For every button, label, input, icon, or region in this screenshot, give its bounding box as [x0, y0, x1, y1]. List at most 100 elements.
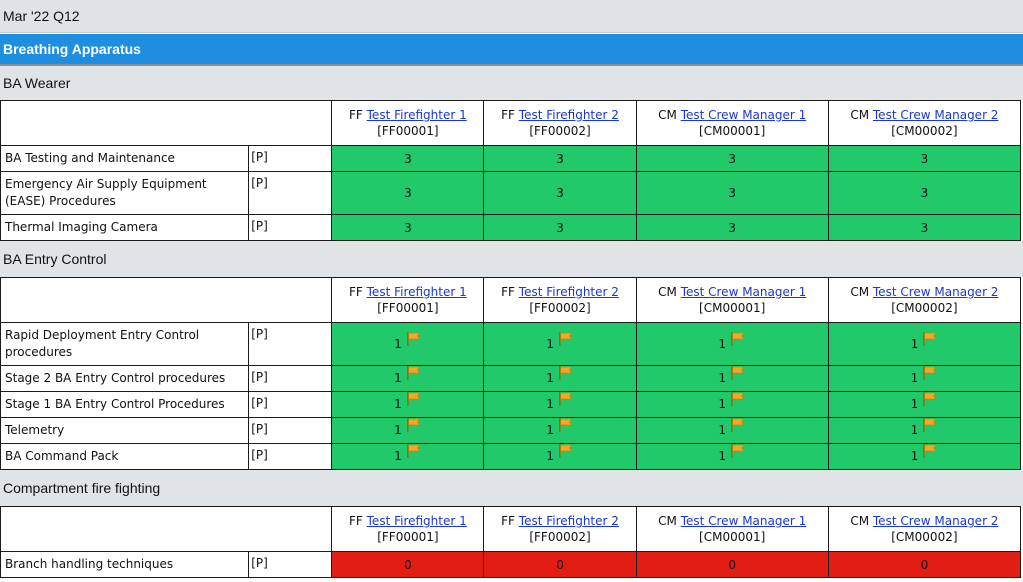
score-cell[interactable]: 1 — [827, 365, 1022, 392]
person-name-link[interactable]: Test Crew Manager 1 — [681, 514, 807, 528]
competency-label: BA Command Pack — [0, 443, 250, 470]
flag-icon — [406, 418, 422, 435]
score-value: 1 — [718, 423, 726, 437]
category-bar[interactable]: Breathing Apparatus — [0, 33, 1023, 66]
score-value: 0 — [404, 557, 412, 572]
competency-row: BA Command Pack [P] 1 1 1 1 — [0, 443, 1022, 470]
score-value: 3 — [920, 220, 929, 235]
score-cell[interactable]: 1 — [635, 365, 829, 392]
person-header: CM Test Crew Manager 2 [CM00002] — [827, 100, 1022, 146]
score-cell[interactable]: 1 — [827, 417, 1022, 444]
score-cell[interactable]: 1 — [635, 443, 829, 470]
person-header: CM Test Crew Manager 1 [CM00001] — [635, 506, 829, 552]
competency-table: FF Test Firefighter 1 [FF00001] FF Test Fi… — [0, 277, 1022, 470]
person-id: [FF00002] — [529, 124, 591, 138]
flag-icon — [730, 444, 746, 461]
score-cell[interactable]: 3 — [483, 145, 637, 172]
person-name-link[interactable]: Test Firefighter 1 — [367, 514, 467, 528]
people-header-row: FF Test Firefighter 1 [FF00001] FF Test Fi… — [0, 506, 1022, 552]
person-id: [CM00002] — [891, 301, 958, 315]
competency-row: Emergency Air Supply Equipment (EASE) Pr… — [0, 171, 1022, 215]
score-cell[interactable]: 1 — [827, 443, 1022, 470]
score-cell[interactable]: 1 — [483, 443, 637, 470]
score-cell[interactable]: 1 — [483, 365, 637, 392]
person-rank: CM — [658, 514, 677, 528]
score-value: 1 — [394, 397, 402, 411]
score-cell[interactable]: 3 — [483, 171, 637, 215]
flag-icon — [406, 444, 422, 461]
person-name-link[interactable]: Test Firefighter 1 — [367, 285, 467, 299]
flag-icon — [730, 331, 746, 349]
score-cell[interactable]: 1 — [331, 391, 485, 418]
score-cell[interactable]: 3 — [827, 214, 1022, 241]
person-id: [CM00001] — [699, 124, 766, 138]
person-id: [CM00001] — [699, 530, 766, 544]
person-name-link[interactable]: Test Firefighter 2 — [519, 514, 619, 528]
person-name-link[interactable]: Test Firefighter 2 — [519, 108, 619, 122]
people-header-row: FF Test Firefighter 1 [FF00001] FF Test Fi… — [0, 100, 1022, 146]
score-cell[interactable]: 1 — [635, 417, 829, 444]
score-cell[interactable]: 1 — [827, 391, 1022, 418]
person-id: [FF00001] — [377, 301, 439, 315]
header-spacer — [0, 506, 249, 552]
person-name-link[interactable]: Test Crew Manager 2 — [873, 514, 999, 528]
competency-row: Rapid Deployment Entry Control procedure… — [0, 322, 1022, 366]
flag-icon — [922, 444, 938, 461]
person-id: [FF00001] — [377, 124, 439, 138]
flag-icon — [558, 444, 574, 461]
flag-icon — [406, 331, 422, 349]
score-cell[interactable]: 3 — [331, 214, 485, 241]
person-name-link[interactable]: Test Crew Manager 2 — [873, 108, 999, 122]
person-header: CM Test Crew Manager 2 [CM00002] — [827, 277, 1022, 323]
flag-icon — [922, 331, 938, 349]
person-name-link[interactable]: Test Crew Manager 1 — [681, 108, 807, 122]
score-cell[interactable]: 1 — [635, 322, 829, 366]
score-cell[interactable]: 1 — [827, 322, 1022, 366]
person-name-link[interactable]: Test Firefighter 1 — [367, 108, 467, 122]
score-cell[interactable]: 3 — [331, 171, 485, 215]
score-cell[interactable]: 1 — [331, 322, 485, 366]
score-cell[interactable]: 1 — [483, 391, 637, 418]
period-title: Mar '22 Q12 — [0, 0, 1023, 33]
score-cell[interactable]: 3 — [635, 145, 829, 172]
score-cell[interactable]: 1 — [331, 443, 485, 470]
score-cell[interactable]: 3 — [331, 145, 485, 172]
score-value: 3 — [728, 186, 736, 200]
score-value: 1 — [394, 449, 402, 463]
competency-label: BA Testing and Maintenance — [0, 145, 250, 172]
competency-table: FF Test Firefighter 1 [FF00001] FF Test Fi… — [0, 100, 1022, 241]
score-value: 1 — [546, 371, 554, 385]
score-cell[interactable]: 3 — [635, 214, 829, 241]
score-cell[interactable]: 0 — [483, 551, 637, 578]
competency-label: Thermal Imaging Camera — [0, 214, 250, 241]
person-name-link[interactable]: Test Firefighter 2 — [519, 285, 619, 299]
person-id: [FF00002] — [529, 530, 591, 544]
person-header: CM Test Crew Manager 2 [CM00002] — [827, 506, 1022, 552]
score-value: 3 — [728, 220, 736, 235]
flag-icon — [922, 392, 938, 409]
score-cell[interactable]: 1 — [635, 391, 829, 418]
person-rank: FF — [349, 514, 363, 528]
score-cell[interactable]: 3 — [483, 214, 637, 241]
score-cell[interactable]: 3 — [635, 171, 829, 215]
person-header: FF Test Firefighter 1 [FF00001] — [331, 506, 485, 552]
score-cell[interactable]: 0 — [635, 551, 829, 578]
person-name-link[interactable]: Test Crew Manager 1 — [681, 285, 807, 299]
flag-icon — [406, 392, 422, 409]
competency-row: Telemetry [P] 1 1 1 1 — [0, 417, 1022, 444]
score-cell[interactable]: 1 — [483, 417, 637, 444]
score-cell[interactable]: 1 — [331, 365, 485, 392]
person-rank: FF — [501, 108, 515, 122]
person-header: CM Test Crew Manager 1 [CM00001] — [635, 277, 829, 323]
competency-report: Mar '22 Q12 Breathing Apparatus BA Weare… — [0, 0, 1023, 582]
person-id: [FF00002] — [529, 301, 591, 315]
score-cell[interactable]: 3 — [827, 145, 1022, 172]
score-cell[interactable]: 1 — [483, 322, 637, 366]
score-value: 1 — [910, 423, 919, 437]
score-cell[interactable]: 0 — [331, 551, 485, 578]
score-cell[interactable]: 3 — [827, 171, 1022, 215]
score-cell[interactable]: 1 — [331, 417, 485, 444]
score-value: 1 — [546, 336, 554, 351]
person-name-link[interactable]: Test Crew Manager 2 — [873, 285, 999, 299]
score-cell[interactable]: 0 — [827, 551, 1022, 578]
